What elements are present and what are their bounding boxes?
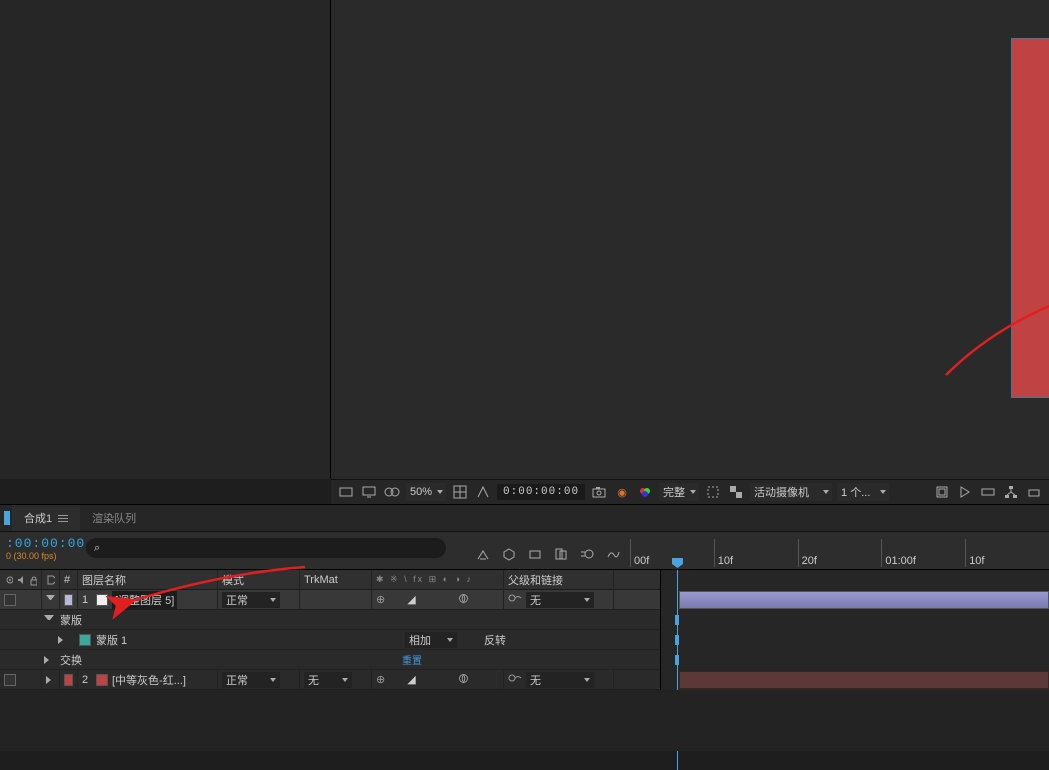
- twirl-toggle[interactable]: [58, 635, 68, 645]
- composition-viewport[interactable]: [331, 0, 1049, 479]
- timeline-empty-area[interactable]: [0, 690, 1049, 751]
- time-ruler[interactable]: 00f 10f 20f 01:00f 10f: [630, 532, 1049, 569]
- mask-mode-dropdown[interactable]: 相加: [405, 632, 457, 648]
- frame-blend-icon[interactable]: [552, 545, 570, 563]
- mask-path[interactable]: [1011, 38, 1049, 398]
- twirl-toggle[interactable]: [44, 615, 54, 625]
- label-column-icon: [46, 574, 55, 586]
- switch-3d-icon[interactable]: [458, 673, 469, 687]
- transform-row[interactable]: 交换 重置: [0, 650, 660, 670]
- magnify-ratio-icon[interactable]: [337, 483, 355, 501]
- switches-column: ✱ ※ \ fx ⊞ ◐ ◑ ♪: [372, 570, 504, 590]
- draft-3d-icon[interactable]: [500, 545, 518, 563]
- switch-collapse-icon[interactable]: ⊕: [376, 673, 385, 686]
- tab-menu-icon[interactable]: [58, 515, 68, 522]
- switch-quality-icon[interactable]: ◢: [407, 673, 415, 686]
- mask-group-row[interactable]: 蒙版: [0, 610, 660, 630]
- viewport-toolbar: 50% 0:00:00:00 ◉ 完整 活动摄像机 1 个...: [331, 479, 1049, 504]
- viewport-timecode[interactable]: 0:00:00:00: [497, 484, 585, 500]
- motion-blur-icon[interactable]: [578, 545, 596, 563]
- trkmat-dropdown[interactable]: 无: [304, 672, 352, 688]
- layer-number: 2: [78, 674, 92, 686]
- twirl-toggle[interactable]: [44, 655, 54, 665]
- ruler-tick: 00f: [630, 539, 714, 567]
- twirl-toggle[interactable]: [46, 595, 55, 605]
- mask1-row[interactable]: 蒙版 1 相加 反转: [0, 630, 660, 650]
- timeline-icon[interactable]: [979, 483, 997, 501]
- color-mgmt-icon[interactable]: [636, 483, 654, 501]
- active-tab-indicator: [4, 511, 10, 525]
- layer-number: 1: [78, 594, 92, 606]
- layer-row-adjustment[interactable]: 1 [调整图层 5] 正常 ⊕ ◢ 无: [0, 590, 660, 610]
- display-icon[interactable]: [360, 483, 378, 501]
- eye-column-icon: [4, 574, 13, 586]
- pickwhip-icon[interactable]: [508, 592, 522, 607]
- parent-column[interactable]: 父级和链接: [504, 570, 614, 590]
- flowchart-icon[interactable]: [1002, 483, 1020, 501]
- lock-column-icon: [28, 574, 37, 586]
- pixel-aspect-icon[interactable]: [933, 483, 951, 501]
- layer-color-swatch[interactable]: [96, 594, 108, 606]
- mode-column[interactable]: 模式: [218, 570, 300, 590]
- search-icon: ⌕: [94, 542, 100, 555]
- trkmat-column[interactable]: TrkMat: [300, 570, 372, 590]
- layer-search-input[interactable]: ⌕: [86, 538, 446, 558]
- render-icon[interactable]: [1025, 483, 1043, 501]
- ruler-tick: 10f: [965, 539, 1049, 567]
- channel-icon[interactable]: ◉: [613, 483, 631, 501]
- blend-mode-dropdown[interactable]: 正常: [222, 672, 280, 688]
- audio-column-icon: [16, 574, 25, 586]
- roi-icon[interactable]: [704, 483, 722, 501]
- camera-dropdown[interactable]: 活动摄像机: [750, 483, 832, 501]
- layer-name[interactable]: [中等灰色-红...]: [112, 672, 186, 688]
- shy-icon[interactable]: [526, 545, 544, 563]
- tab-composition[interactable]: 合成1: [12, 505, 80, 531]
- reset-link[interactable]: 重置: [402, 652, 422, 667]
- switch-collapse-icon[interactable]: ⊕: [376, 593, 385, 606]
- resolution-dropdown[interactable]: 完整: [659, 483, 699, 501]
- project-panel[interactable]: [0, 0, 331, 479]
- view-layout-dropdown[interactable]: 1 个...: [837, 483, 889, 501]
- layer-row-solid[interactable]: 2 [中等灰色-红...] 正常 无 ⊕ ◢ 无: [0, 670, 660, 690]
- comp-mini-flowchart-icon[interactable]: [474, 545, 492, 563]
- switch-adjustment-icon[interactable]: ◢: [407, 593, 415, 606]
- number-column: #: [60, 570, 78, 590]
- snapshot-icon[interactable]: [590, 483, 608, 501]
- blend-mode-dropdown[interactable]: 正常: [222, 592, 280, 608]
- current-time-display[interactable]: :00:00:00 0 (30.00 fps): [0, 532, 86, 569]
- zoom-dropdown[interactable]: 50%: [406, 483, 446, 501]
- mask-toggle-icon[interactable]: [383, 483, 401, 501]
- mask-invert-label[interactable]: 反转: [484, 632, 506, 648]
- twirl-toggle[interactable]: [46, 675, 55, 685]
- switch-3d-icon[interactable]: [458, 593, 469, 607]
- fast-preview-icon[interactable]: [956, 483, 974, 501]
- grid-icon[interactable]: [451, 483, 469, 501]
- ruler-tick: 01:00f: [881, 539, 965, 567]
- graph-editor-icon[interactable]: [604, 545, 622, 563]
- name-column[interactable]: 图层名称: [78, 570, 218, 590]
- proxy-toggle-icon[interactable]: [474, 483, 492, 501]
- layer-name[interactable]: [调整图层 5]: [112, 591, 177, 609]
- pickwhip-icon[interactable]: [508, 672, 522, 687]
- transparency-grid-icon[interactable]: [727, 483, 745, 501]
- timeline-tabs: 合成1 渲染队列: [0, 504, 1049, 532]
- layer-bar-solid[interactable]: [679, 671, 1049, 689]
- parent-dropdown[interactable]: 无: [526, 672, 594, 688]
- parent-dropdown[interactable]: 无: [526, 592, 594, 608]
- tab-render-queue[interactable]: 渲染队列: [80, 505, 148, 531]
- ruler-tick: 10f: [714, 539, 798, 567]
- layer-color-swatch[interactable]: [96, 674, 108, 686]
- layer-bar-adjustment[interactable]: [679, 591, 1049, 609]
- mask-color-swatch[interactable]: [79, 634, 91, 646]
- ruler-tick: 20f: [798, 539, 882, 567]
